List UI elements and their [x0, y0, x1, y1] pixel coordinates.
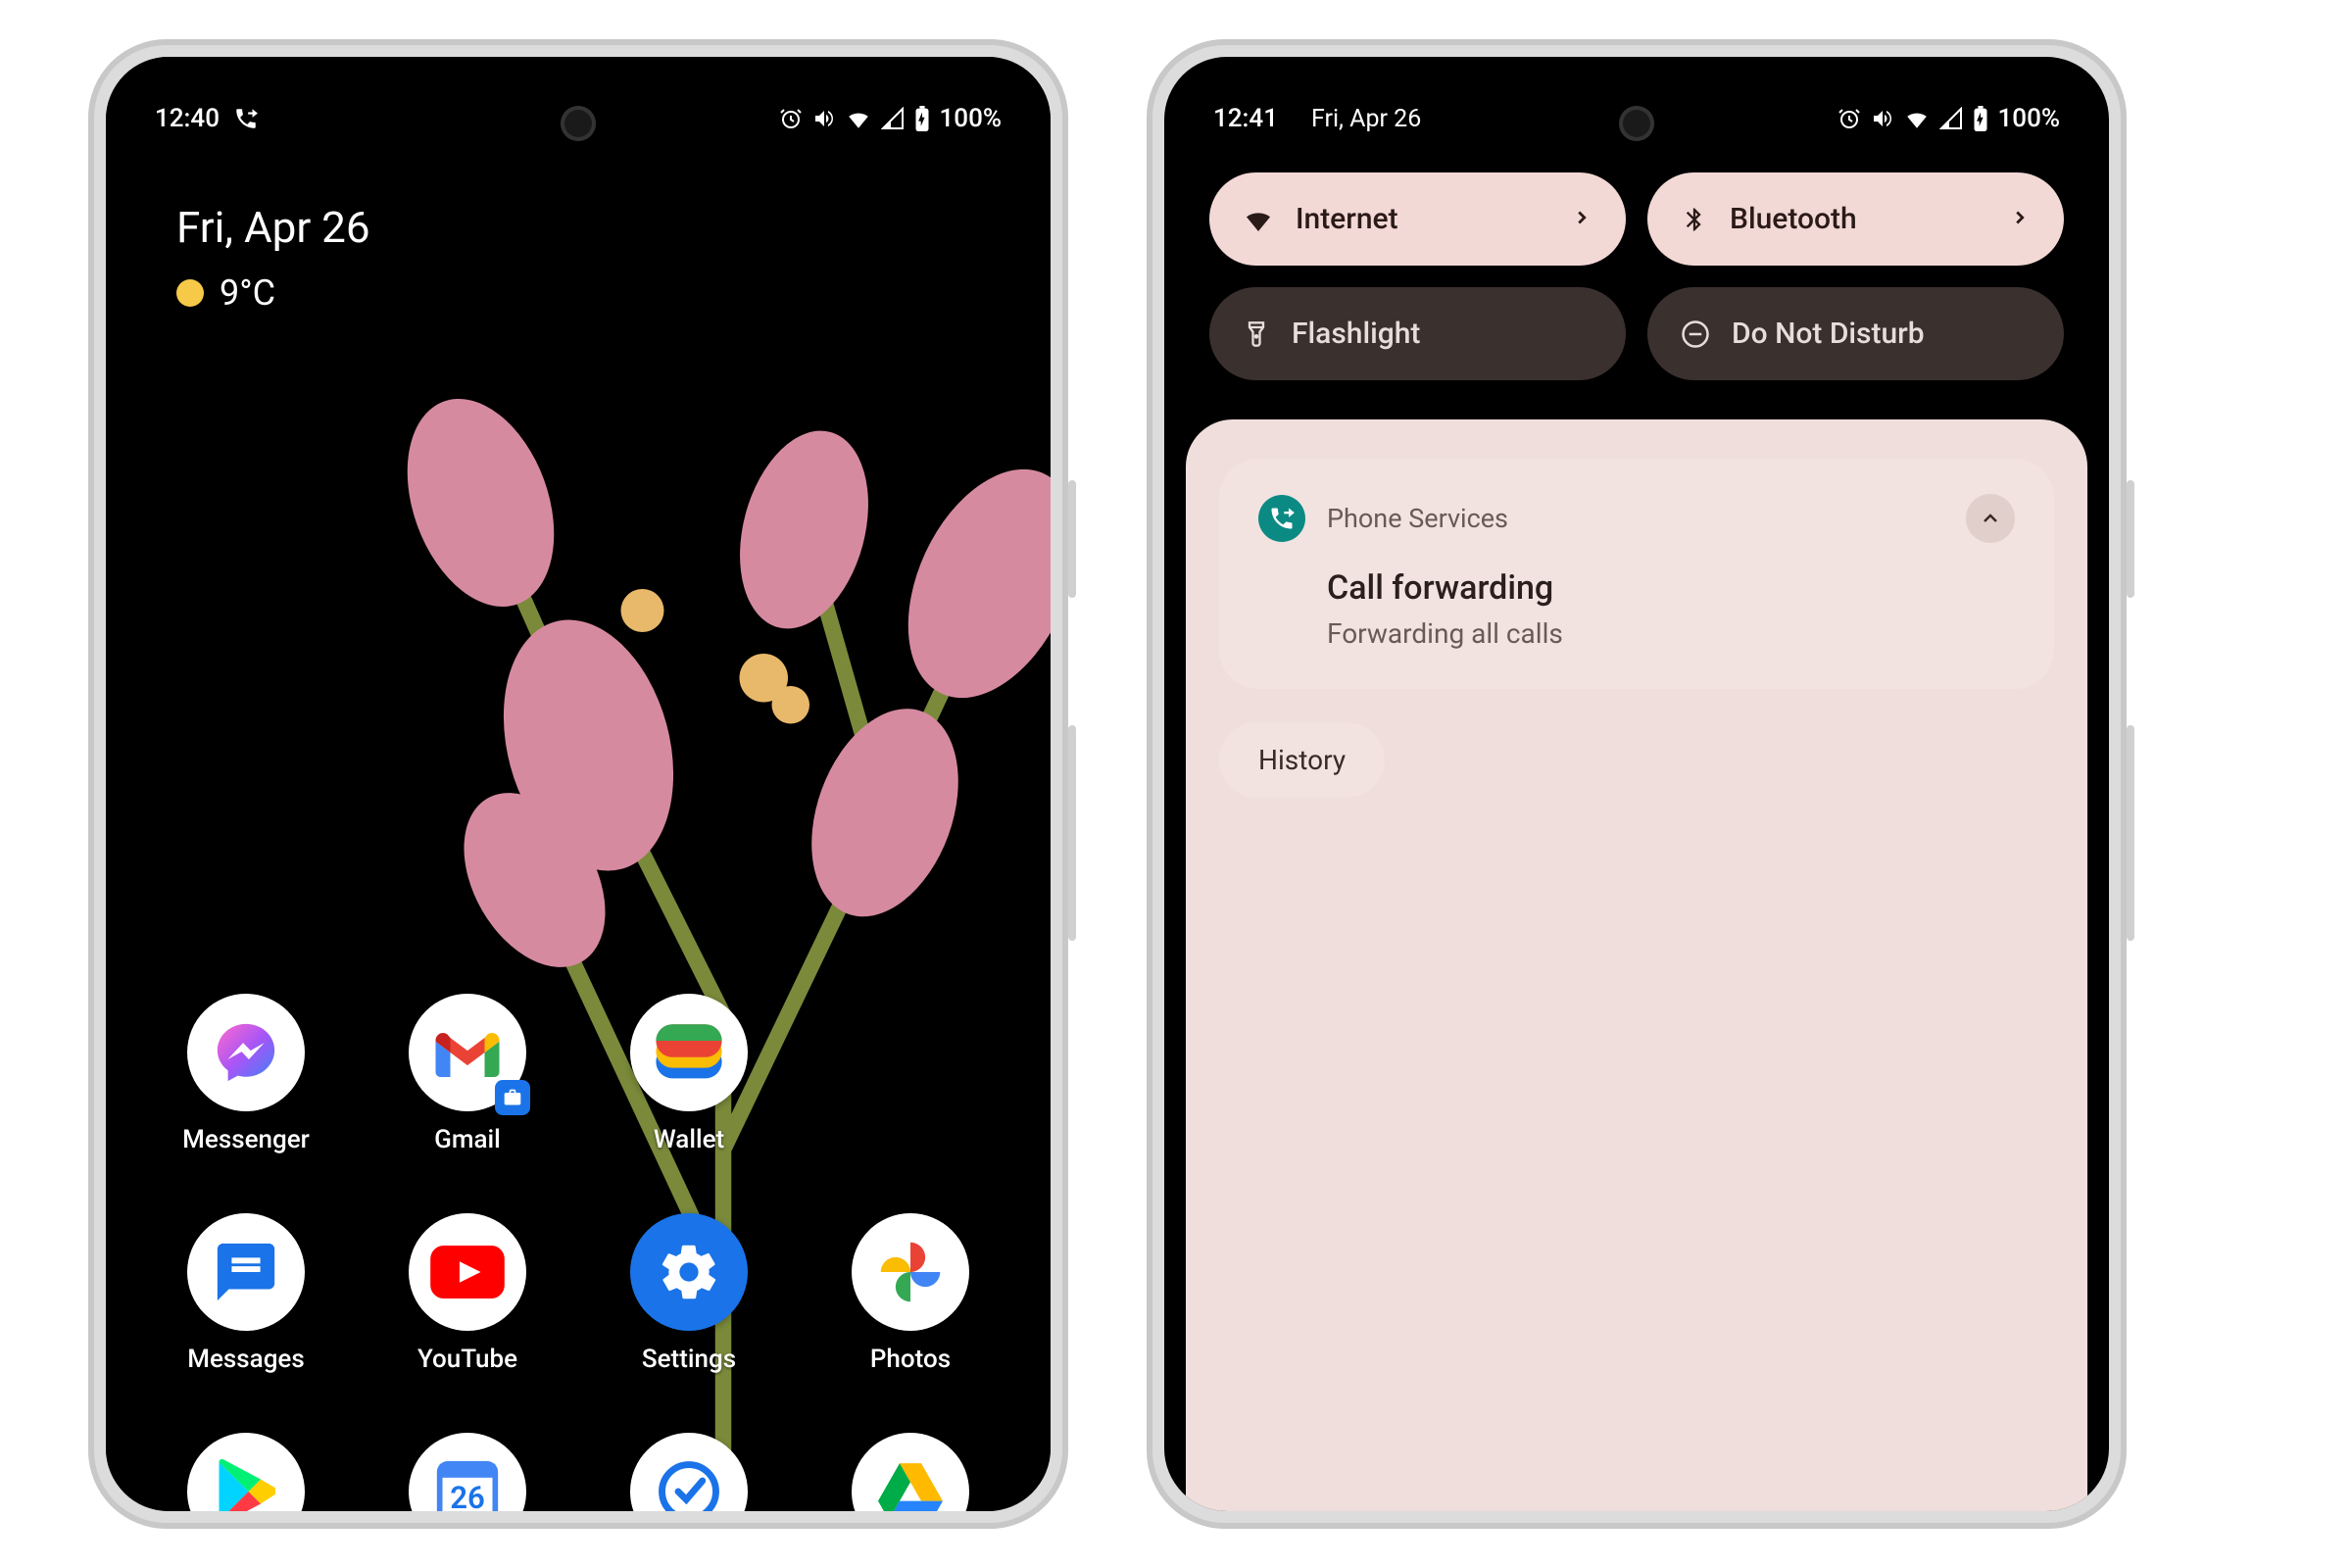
collapse-button[interactable] [1966, 494, 2015, 543]
app-drive[interactable] [819, 1433, 1002, 1511]
app-settings[interactable]: Settings [598, 1213, 780, 1374]
signal-icon [1939, 107, 1963, 130]
vibrate-icon [812, 107, 836, 130]
side-button[interactable] [2127, 725, 2134, 941]
app-photos[interactable]: Photos [819, 1213, 1002, 1374]
app-messages[interactable]: Messages [155, 1213, 337, 1374]
alarm-icon [1838, 107, 1861, 130]
weather-widget[interactable]: 9°C [176, 272, 990, 314]
app-calendar[interactable]: 26 [376, 1433, 559, 1511]
wifi-icon [1243, 204, 1274, 235]
app-play-store[interactable] [155, 1433, 337, 1511]
alarm-icon [779, 107, 803, 130]
svg-text:26: 26 [450, 1480, 485, 1511]
vibrate-icon [1871, 107, 1894, 130]
notification-app-name: Phone Services [1327, 503, 1508, 534]
date-widget[interactable]: Fri, Apr 26 [176, 202, 990, 253]
battery-icon [1973, 106, 1988, 131]
quick-settings-tiles: Internet Bluetooth Flashlight Do Not Dis… [1186, 143, 2087, 419]
bluetooth-icon [1681, 204, 1708, 235]
call-forward-icon [233, 106, 259, 131]
qs-tile-dnd[interactable]: Do Not Disturb [1647, 287, 2064, 380]
sun-icon [176, 279, 204, 307]
app-messenger[interactable]: Messenger [155, 994, 337, 1154]
notification-body: Forwarding all calls [1327, 617, 2015, 650]
wifi-icon [846, 106, 871, 131]
battery-percent: 100% [940, 104, 1002, 133]
phone-services-icon [1258, 495, 1305, 542]
qs-tile-flashlight[interactable]: Flashlight [1209, 287, 1626, 380]
chevron-right-icon [2009, 202, 2031, 236]
app-gmail[interactable]: Gmail [376, 994, 559, 1154]
flashlight-icon [1243, 318, 1270, 350]
app-tasks[interactable] [598, 1433, 780, 1511]
front-camera [561, 106, 596, 141]
battery-percent: 100% [1998, 104, 2060, 133]
phone-frame-home: 12:40 100% Fri, Apr 26 9°C [88, 39, 1068, 1529]
qs-tile-bluetooth[interactable]: Bluetooth [1647, 172, 2064, 266]
notification-title: Call forwarding [1327, 568, 2015, 608]
side-button[interactable] [2127, 480, 2134, 598]
app-youtube[interactable]: YouTube [376, 1213, 559, 1374]
history-button[interactable]: History [1219, 722, 1385, 798]
status-time: 12:41 [1213, 104, 1278, 133]
signal-icon [881, 107, 905, 130]
status-time: 12:40 [155, 104, 220, 133]
side-button[interactable] [1068, 480, 1076, 598]
battery-icon [914, 106, 930, 131]
front-camera [1619, 106, 1654, 141]
notification-panel: Phone Services Call forwarding Forwardin… [1186, 419, 2087, 1511]
temperature: 9°C [220, 272, 275, 314]
screen-notification-shade: 12:41 Fri, Apr 26 100% Internet Bluetoot… [1164, 57, 2109, 1511]
status-date: Fri, Apr 26 [1311, 105, 1421, 133]
side-button[interactable] [1068, 725, 1076, 941]
qs-tile-internet[interactable]: Internet [1209, 172, 1626, 266]
work-badge-icon [495, 1080, 530, 1115]
phone-frame-notification: 12:41 Fri, Apr 26 100% Internet Bluetoot… [1147, 39, 2127, 1529]
chevron-right-icon [1571, 202, 1592, 236]
app-wallet[interactable]: Wallet [598, 994, 780, 1154]
dnd-icon [1681, 319, 1710, 349]
screen-home: 12:40 100% Fri, Apr 26 9°C [106, 57, 1051, 1511]
notification-card[interactable]: Phone Services Call forwarding Forwardin… [1219, 459, 2054, 689]
wifi-icon [1904, 106, 1930, 131]
